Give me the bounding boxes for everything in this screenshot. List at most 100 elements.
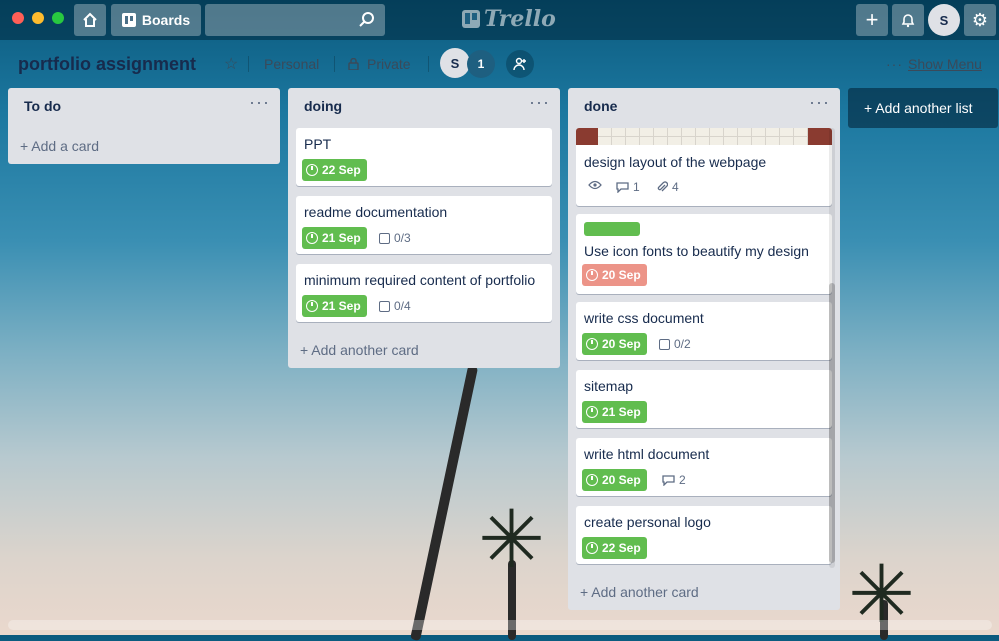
comment-count: 2 [679,473,686,487]
clock-icon [586,474,598,486]
card[interactable]: minimum required content of portfolio 21… [296,264,552,322]
clock-icon [586,338,598,350]
member-initial: S [450,55,460,71]
settings-button[interactable]: ⚙ [964,4,996,36]
search-icon[interactable] [359,12,375,28]
comment-icon [662,474,675,486]
card-title: Use icon fonts to beautify my design [584,243,809,259]
checklist-count: 0/3 [394,231,411,245]
card-title: minimum required content of portfolio [304,272,536,288]
list-menu-icon[interactable]: ··· [529,92,550,113]
add-card-button[interactable]: + Add another card [300,342,419,358]
gear-icon: ⚙ [971,9,989,30]
window-zoom-button[interactable] [52,12,64,24]
checklist-badge: 0/3 [379,231,411,245]
home-button[interactable] [74,4,106,36]
list-doing: doing ··· PPT 22 Sep readme documentatio… [288,88,560,368]
menu-dots-icon: ··· [886,56,903,72]
due-date-badge[interactable]: 21 Sep [302,295,367,317]
due-date-badge[interactable]: 20 Sep [582,333,647,355]
card[interactable]: sitemap 21 Sep [576,370,832,428]
divider [334,56,335,72]
checklist-count: 0/4 [394,299,411,313]
card[interactable]: design layout of the webpage 1 4 [576,128,832,206]
comment-icon [616,181,629,193]
palm-tree-trunk [410,365,479,641]
window-minimize-button[interactable] [32,12,44,24]
list-title[interactable]: done [584,98,617,114]
comment-count: 1 [633,180,640,194]
list-scrollbar-thumb[interactable] [829,283,835,563]
add-member-icon [513,57,526,71]
search-input[interactable] [205,4,385,36]
list-done: done ··· design layout of the webpage 1 … [568,88,840,610]
comments-badge: 1 [616,180,640,194]
due-date-badge[interactable]: 22 Sep [302,159,367,181]
list-menu-icon[interactable]: ··· [809,92,830,113]
due-date: 20 Sep [602,268,641,282]
invite-button[interactable] [506,50,534,78]
board-title[interactable]: portfolio assignment [18,54,196,75]
card-title: PPT [304,136,332,152]
lock-icon [348,58,359,70]
user-avatar[interactable]: S [928,4,960,36]
due-date-badge[interactable]: 21 Sep [302,227,367,249]
due-date: 22 Sep [602,541,641,555]
due-date: 21 Sep [602,405,641,419]
list-scrollbar[interactable] [829,128,835,568]
card-title: write css document [584,310,704,326]
list-menu-icon[interactable]: ··· [249,92,270,113]
list-title[interactable]: doing [304,98,342,114]
trello-logo-icon [462,10,480,28]
trello-logo[interactable]: Trello [462,6,556,32]
add-list-button[interactable]: + Add another list [848,88,998,128]
card[interactable]: write css document 20 Sep 0/2 [576,302,832,360]
card-title: create personal logo [584,514,711,530]
paperclip-icon [657,181,668,192]
member-avatar[interactable]: S [440,48,470,78]
show-menu-link[interactable]: Show Menu [908,56,982,72]
team-button[interactable]: Personal [264,56,319,72]
palm-tree-leaves: ✳ [478,495,546,584]
home-icon [83,12,97,27]
top-bar: Boards Trello + S ⚙ [0,0,999,40]
due-date-badge[interactable]: 21 Sep [582,401,647,423]
create-button[interactable]: + [856,4,888,36]
card[interactable]: Use icon fonts to beautify my design 20 … [576,214,832,294]
bell-icon [901,14,915,28]
checklist-icon [659,338,670,350]
card-label [584,222,640,236]
checklist-icon [379,232,390,244]
visibility-button[interactable]: Private [348,56,411,72]
plus-icon: + [865,7,879,32]
member-count-badge[interactable]: 1 [467,50,495,78]
card[interactable]: readme documentation 21 Sep 0/3 [296,196,552,254]
due-date: 21 Sep [322,231,361,245]
eye-icon [588,180,602,190]
divider [248,56,249,72]
card[interactable]: PPT 22 Sep [296,128,552,186]
checklist-count: 0/2 [674,337,691,351]
clock-icon [586,406,598,418]
card-title: readme documentation [304,204,448,220]
card[interactable]: create personal logo 22 Sep [576,506,832,564]
list-title[interactable]: To do [24,98,61,114]
notifications-button[interactable] [892,4,924,36]
add-card-button[interactable]: + Add another card [580,584,699,600]
checklist-badge: 0/4 [379,299,411,313]
board-scrollbar[interactable] [8,620,992,630]
boards-icon [121,13,136,27]
due-date-badge[interactable]: 22 Sep [582,537,647,559]
due-date-badge[interactable]: 20 Sep [582,264,647,286]
due-date-badge[interactable]: 20 Sep [582,469,647,491]
card[interactable]: write html document 20 Sep 2 [576,438,832,496]
window-close-button[interactable] [12,12,24,24]
attachments-badge: 4 [656,180,679,194]
clock-icon [306,232,318,244]
add-card-button[interactable]: + Add a card [20,138,99,154]
boards-button[interactable]: Boards [111,4,201,36]
watching-badge [588,180,602,190]
logo-text: Trello [484,6,556,32]
star-icon[interactable]: ☆ [224,54,238,74]
member-count: 1 [477,57,485,71]
